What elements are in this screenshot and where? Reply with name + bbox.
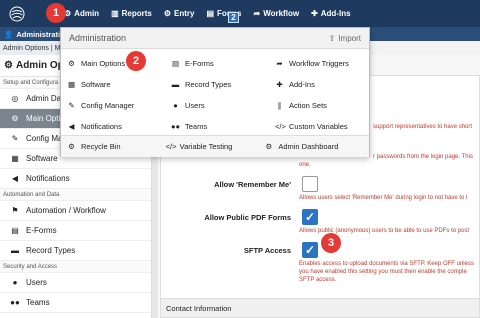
public-pdf-label: Allow Public PDF Forms bbox=[204, 213, 291, 222]
description-text: support representatives to have short bbox=[373, 124, 473, 130]
user-icon: ● bbox=[12, 278, 18, 287]
edit-icon: ✎ bbox=[11, 134, 19, 143]
menu-item-users[interactable]: ● Users bbox=[171, 95, 275, 116]
menu-item-software[interactable]: ▦ Software bbox=[67, 74, 171, 95]
sftp-description: SFTP access. bbox=[299, 277, 337, 283]
cogs-icon: ⚙ bbox=[11, 114, 19, 123]
menu-item-variable-testing[interactable]: </> Variable Testing bbox=[166, 136, 265, 157]
logo-icon bbox=[9, 6, 25, 21]
form-icon: ▤ bbox=[11, 226, 19, 235]
dropdown-header: Administration ⇪ Import bbox=[61, 28, 369, 49]
gear-icon: ⚙ bbox=[68, 59, 75, 68]
step-badge-square: 2 bbox=[228, 12, 239, 23]
menu-item-teams[interactable]: ●● Teams bbox=[171, 116, 275, 137]
sidebar-section-automation: Automation and Data bbox=[0, 189, 151, 201]
nav-add-ins[interactable]: ✚ Add-Ins bbox=[311, 9, 350, 18]
nav-admin[interactable]: ⚙ Admin bbox=[64, 9, 99, 18]
dropdown-footer: ⚙ Recycle Bin </> Variable Testing ⚙ Admin … bbox=[61, 135, 369, 157]
nav-entry[interactable]: ⚙ Entry bbox=[164, 9, 195, 18]
sftp-access-label: SFTP Access bbox=[243, 246, 291, 255]
document-icon: ▤ bbox=[206, 9, 215, 18]
grid-icon: ▦ bbox=[67, 80, 76, 89]
bar-chart-icon: ▥ bbox=[111, 9, 119, 18]
sftp-description: Enables access to upload documents via S… bbox=[299, 261, 474, 267]
sidebar-item-users[interactable]: ● Users bbox=[0, 273, 151, 293]
step-badge-1: 1 bbox=[46, 3, 66, 23]
users-icon: ●● bbox=[171, 122, 181, 131]
public-pdf-checkbox[interactable]: ✓ bbox=[302, 209, 318, 225]
gear-icon: ⚙ bbox=[68, 142, 75, 151]
sidebar-item-notifications[interactable]: ◀ Notifications bbox=[0, 169, 151, 189]
sidebar-section-security: Security and Access bbox=[0, 261, 151, 273]
gear-icon: ⚙ bbox=[265, 142, 273, 151]
import-button[interactable]: ⇪ Import bbox=[329, 34, 361, 43]
arrow-icon: ➦ bbox=[253, 9, 261, 18]
gear-icon: ⚙ bbox=[4, 60, 13, 71]
nav-reports[interactable]: ▥ Reports bbox=[111, 9, 152, 18]
arrow-icon: ➦ bbox=[276, 59, 283, 68]
sftp-description: you have enabled this setting you must t… bbox=[299, 269, 467, 275]
flag-icon: ⚑ bbox=[11, 206, 19, 215]
folder-icon: ▬ bbox=[11, 246, 19, 255]
user-icon: 👤 bbox=[4, 29, 14, 39]
dropdown-title: Administration bbox=[69, 33, 127, 43]
remember-me-description: Allows users select 'Remember Me' during… bbox=[299, 195, 468, 201]
bullhorn-icon: ◀ bbox=[11, 174, 19, 183]
step-badge-3: 3 bbox=[321, 233, 341, 253]
menu-item-main-options[interactable]: ⚙ Main Options bbox=[67, 53, 171, 74]
menu-item-e-forms[interactable]: ▤ E-Forms bbox=[171, 53, 275, 74]
menu-item-admin-dashboard[interactable]: ⚙ Admin Dashboard bbox=[264, 136, 363, 157]
dropdown-grid: ⚙ Main Options ▤ E-Forms ➦ Workflow Trigger… bbox=[61, 49, 369, 137]
form-icon: ▤ bbox=[171, 59, 180, 68]
contact-information-header[interactable]: Contact Information bbox=[160, 298, 480, 318]
sidebar-item-record-types[interactable]: ▬ Record Types bbox=[0, 241, 151, 261]
menu-item-notifications[interactable]: ◀ Notifications bbox=[67, 116, 171, 137]
description-text: r passwords from the login page. This bbox=[373, 154, 473, 160]
folder-icon: ▬ bbox=[171, 80, 180, 89]
sftp-access-checkbox[interactable]: ✓ bbox=[302, 242, 318, 258]
top-navbar: ⚙ Admin ▥ Reports ⚙ Entry ▤ Forms ➦ Work… bbox=[0, 0, 480, 27]
description-text: one. bbox=[299, 162, 311, 168]
step-badge-2: 2 bbox=[126, 51, 146, 71]
code-icon: </> bbox=[275, 122, 286, 131]
user-icon: ● bbox=[173, 101, 178, 110]
puzzle-icon: ✚ bbox=[276, 80, 283, 89]
users-icon: ●● bbox=[10, 298, 20, 307]
menu-item-recycle-bin[interactable]: ⚙ Recycle Bin bbox=[67, 136, 166, 157]
menu-item-custom-variables[interactable]: </> Custom Variables bbox=[275, 116, 375, 137]
code-icon: </> bbox=[165, 142, 177, 151]
edit-icon: ✎ bbox=[68, 101, 75, 110]
puzzle-icon: ✚ bbox=[311, 9, 318, 18]
pause-icon: ∥ bbox=[277, 101, 282, 110]
sidebar-item-automation-workflow[interactable]: ⚑ Automation / Workflow bbox=[0, 201, 151, 221]
nav-workflow[interactable]: ➦ Workflow bbox=[254, 9, 300, 18]
menu-item-add-ins[interactable]: ✚ Add-Ins bbox=[275, 74, 375, 95]
remember-me-label: Allow 'Remember Me' bbox=[214, 180, 291, 189]
gear-icon: ⚙ bbox=[163, 9, 172, 18]
menu-item-record-types[interactable]: ▬ Record Types bbox=[171, 74, 275, 95]
dashboard-icon: ◎ bbox=[11, 94, 19, 103]
admin-dropdown-menu: Administration ⇪ Import ⚙ Main Options ▤ E… bbox=[60, 27, 370, 157]
sidebar-item-e-forms[interactable]: ▤ E-Forms bbox=[0, 221, 151, 241]
sidebar-item-teams[interactable]: ●● Teams bbox=[0, 293, 151, 313]
upload-icon: ⇪ bbox=[328, 33, 336, 43]
menu-item-workflow-triggers[interactable]: ➦ Workflow Triggers bbox=[275, 53, 375, 74]
menu-item-config-manager[interactable]: ✎ Config Manager bbox=[67, 95, 171, 116]
menu-item-action-sets[interactable]: ∥ Action Sets bbox=[275, 95, 375, 116]
grid-icon: ▦ bbox=[11, 154, 19, 163]
app-logo[interactable] bbox=[6, 0, 28, 27]
remember-me-checkbox[interactable] bbox=[302, 176, 318, 192]
bullhorn-icon: ◀ bbox=[68, 122, 75, 131]
